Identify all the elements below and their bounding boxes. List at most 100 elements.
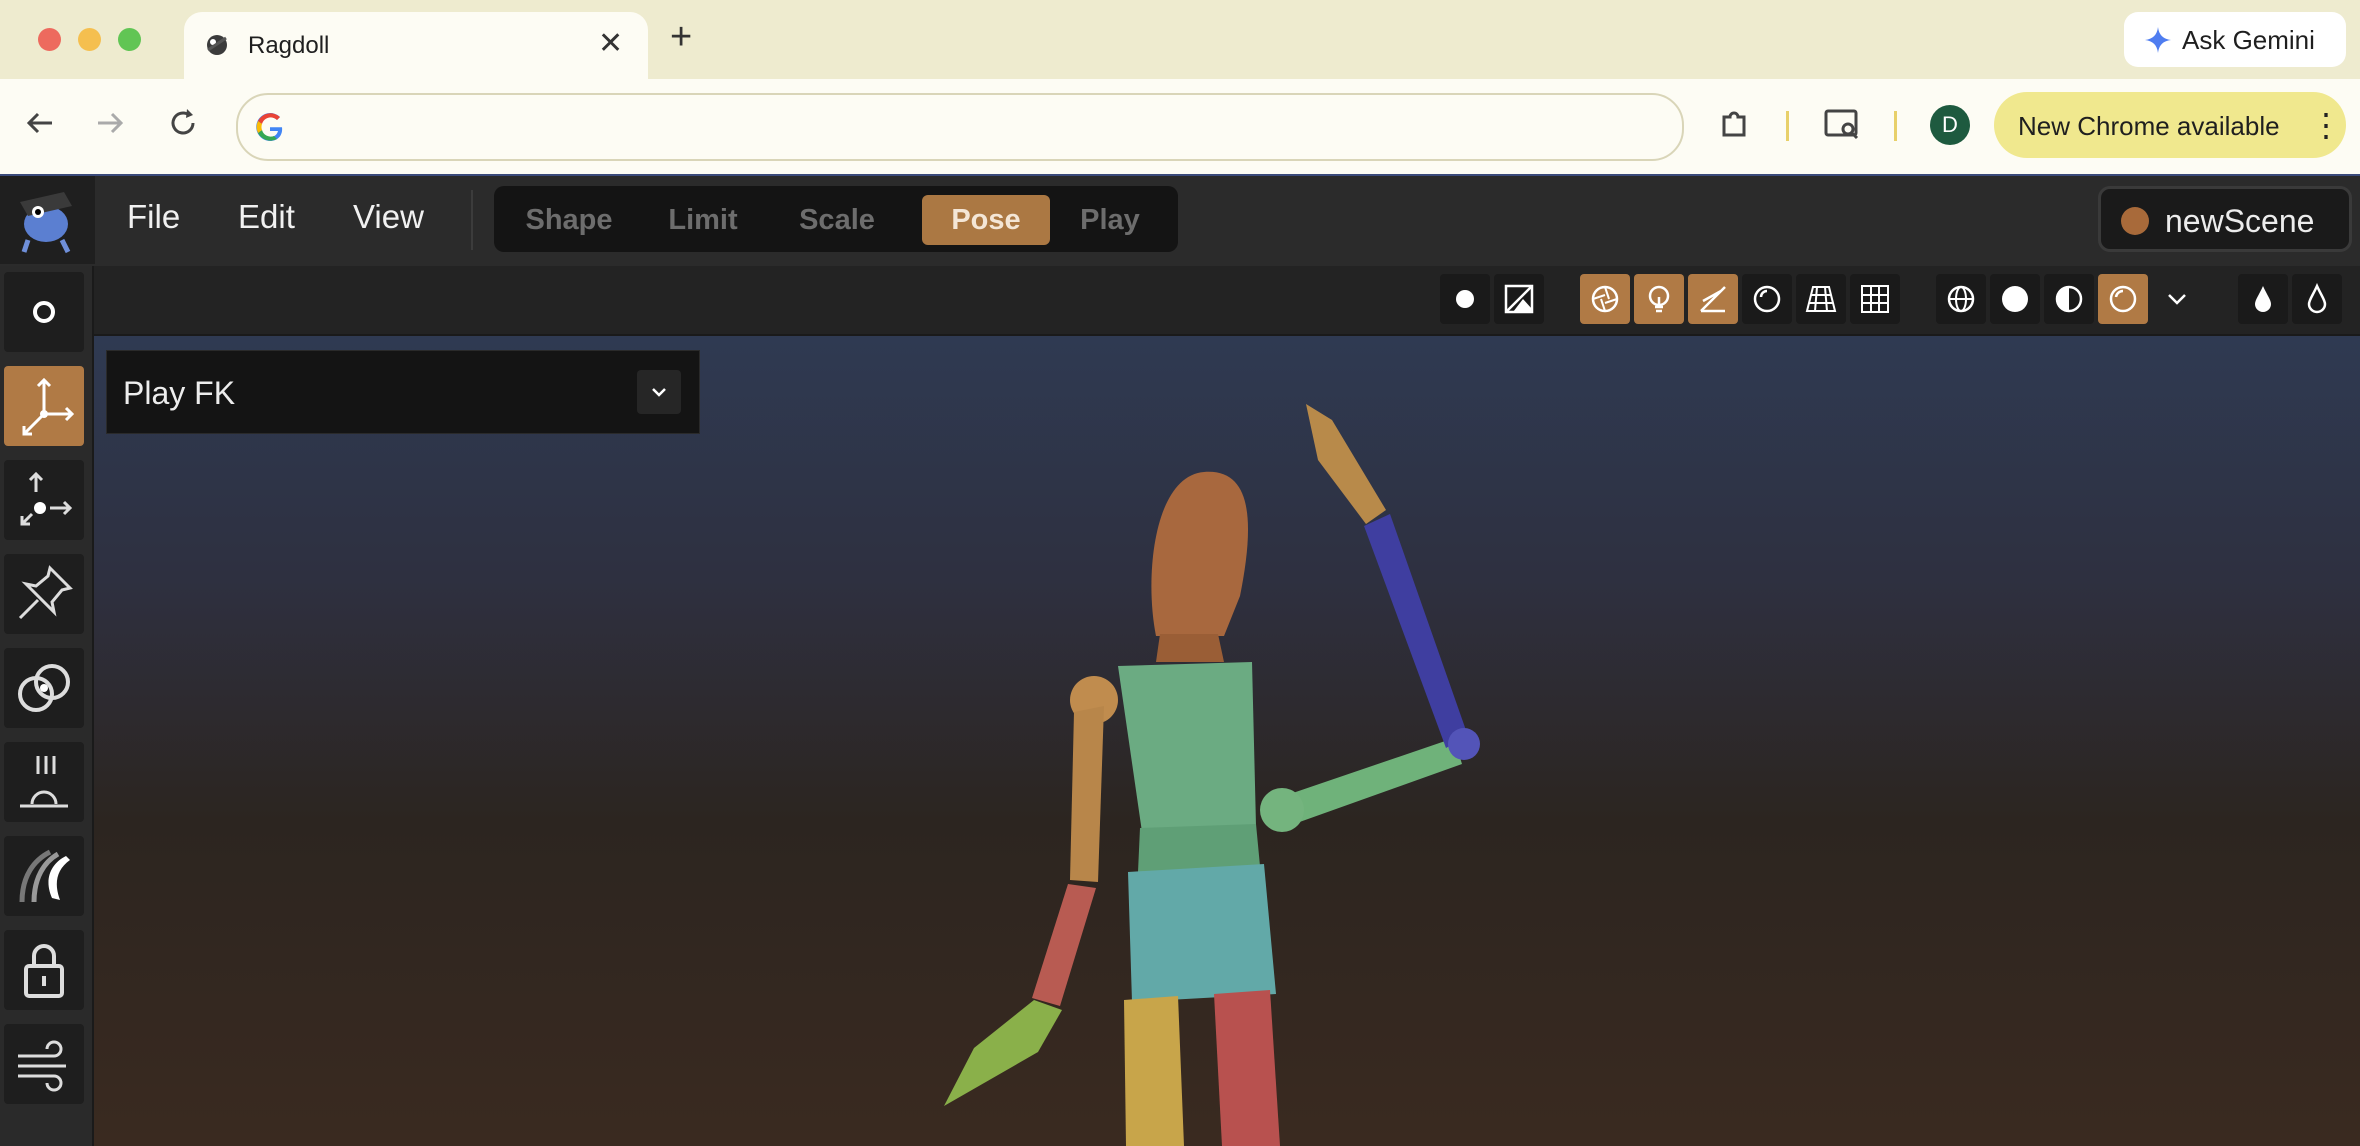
app-menubar: File Edit View Shape Limit Scale Pose Pl… — [0, 176, 2360, 264]
3d-viewport[interactable]: Play FK — [94, 336, 2360, 1146]
ragdoll-left-thigh — [1124, 996, 1184, 1146]
mode-pose[interactable]: Pose — [922, 195, 1050, 245]
close-window-button[interactable] — [38, 28, 61, 51]
new-chrome-label: New Chrome available — [2018, 111, 2280, 141]
forward-arrow-icon[interactable] — [92, 105, 128, 141]
new-tab-button[interactable]: + — [670, 18, 692, 56]
grid-icon — [1861, 285, 1889, 313]
mode-limit[interactable]: Limit — [642, 195, 764, 245]
browser-tab-ragdoll[interactable]: Ragdoll ✕ — [184, 12, 648, 79]
viewport-drop-outline-button[interactable] — [2292, 274, 2342, 324]
chevron-down-icon — [652, 388, 666, 397]
ragdoll-abdomen — [1138, 824, 1260, 872]
viewport-floor-button[interactable] — [1796, 274, 1846, 324]
scene-color-icon — [2121, 207, 2149, 235]
chevron-down-icon — [2168, 294, 2186, 305]
ragdoll-logo-icon — [20, 192, 72, 254]
viewport-toolbar — [94, 266, 2360, 336]
menu-file[interactable]: File — [127, 198, 180, 236]
menu-edit[interactable]: Edit — [238, 198, 295, 236]
mode-scale[interactable]: Scale — [776, 195, 898, 245]
viewport-light-button[interactable] — [1634, 274, 1684, 324]
google-logo-icon — [256, 113, 283, 141]
sphere-outline-icon — [1753, 285, 1781, 313]
viewport-drop-filled-button[interactable] — [2238, 274, 2288, 324]
ragdoll-right-forearm — [1364, 514, 1468, 748]
wind-icon — [18, 1040, 66, 1092]
tool-ground[interactable] — [4, 742, 84, 822]
tool-pin[interactable] — [4, 554, 84, 634]
tool-wind[interactable] — [4, 1024, 84, 1104]
ask-gemini-button[interactable]: Ask Gemini — [2124, 12, 2346, 67]
viewport-aperture-button[interactable] — [1580, 274, 1630, 324]
drop-filled-icon — [2255, 286, 2271, 312]
browser-tab-strip: Ragdoll ✕ + Ask Gemini — [0, 0, 2360, 79]
tool-link[interactable] — [4, 648, 84, 728]
ragdoll-left-forearm — [1032, 884, 1096, 1006]
viewport-sphere-outline-button[interactable] — [1742, 274, 1792, 324]
address-bar[interactable] — [236, 93, 1684, 161]
maximize-window-button[interactable] — [118, 28, 141, 51]
viewport-solid-button[interactable] — [1990, 274, 2040, 324]
ragdoll-right-elbow — [1448, 728, 1480, 760]
ask-gemini-label: Ask Gemini — [2182, 25, 2315, 55]
scene-name: newScene — [2165, 203, 2315, 239]
pen-icon — [1700, 286, 1726, 313]
toolbar-divider — [1894, 111, 1897, 141]
viewport-image-button[interactable] — [1494, 274, 1544, 324]
bulb-icon — [1648, 285, 1670, 313]
browser-toolbar: D New Chrome available ⋮ — [0, 79, 2360, 176]
playback-mode-toggle[interactable] — [637, 370, 681, 414]
playback-mode-dropdown[interactable]: Play FK — [106, 350, 700, 434]
minimize-window-button[interactable] — [78, 28, 101, 51]
extensions-puzzle-icon[interactable] — [1716, 105, 1754, 143]
tool-move-pivot[interactable] — [4, 460, 84, 540]
ragdoll-right-shoulder — [1260, 788, 1304, 832]
reload-icon[interactable] — [165, 105, 201, 141]
ragdoll-head — [1151, 471, 1249, 636]
tool-move[interactable] — [4, 366, 84, 446]
mode-play[interactable]: Play — [1054, 195, 1166, 245]
tab-title: Ragdoll — [248, 32, 330, 59]
tool-lock[interactable] — [4, 930, 84, 1010]
drop-outline-icon — [2307, 283, 2327, 314]
tool-column — [0, 266, 95, 1146]
toolbar-divider — [1786, 111, 1789, 141]
viewport-more-button[interactable] — [2152, 274, 2202, 324]
circle-icon — [33, 301, 55, 323]
mode-shape[interactable]: Shape — [508, 195, 630, 245]
dot-icon — [1456, 290, 1474, 308]
ragdoll-favicon-icon — [207, 35, 227, 55]
scene-button[interactable]: newScene — [2098, 186, 2352, 252]
playback-mode-label: Play FK — [123, 375, 236, 411]
ragdoll-pelvis — [1128, 864, 1276, 1002]
viewport-dot-button[interactable] — [1440, 274, 1490, 324]
gemini-sparkle-icon — [2145, 27, 2171, 53]
viewport-gloss-button[interactable] — [2098, 274, 2148, 324]
ragdoll-chest — [1118, 662, 1256, 832]
move-pivot-icon — [20, 471, 73, 526]
back-arrow-icon[interactable] — [22, 105, 58, 141]
menu-view[interactable]: View — [353, 198, 424, 236]
mode-switcher: Shape Limit Scale Pose Play — [494, 186, 1178, 252]
tab-search-icon[interactable] — [1822, 105, 1862, 143]
solid-sphere-icon — [2002, 286, 2028, 312]
viewport-globe-button[interactable] — [1936, 274, 1986, 324]
globe-icon — [1947, 285, 1975, 313]
new-chrome-available-button[interactable]: New Chrome available ⋮ — [1994, 92, 2346, 158]
ragdoll-figure — [944, 404, 1480, 1146]
viewport-shaded-button[interactable] — [2044, 274, 2094, 324]
link-icon — [18, 664, 70, 712]
pin-icon — [18, 565, 73, 620]
image-icon — [1504, 284, 1534, 314]
wave-icon — [19, 849, 70, 903]
ragdoll-right-upper-arm — [1284, 738, 1462, 824]
viewport-grid-button[interactable] — [1850, 274, 1900, 324]
tab-close-icon[interactable]: ✕ — [598, 26, 623, 61]
more-menu-icon[interactable]: ⋮ — [2310, 106, 2342, 144]
profile-avatar[interactable]: D — [1930, 105, 1970, 145]
tool-wave[interactable] — [4, 836, 84, 916]
tool-circle[interactable] — [4, 272, 84, 352]
viewport-draw-button[interactable] — [1688, 274, 1738, 324]
aperture-icon — [1591, 285, 1619, 313]
